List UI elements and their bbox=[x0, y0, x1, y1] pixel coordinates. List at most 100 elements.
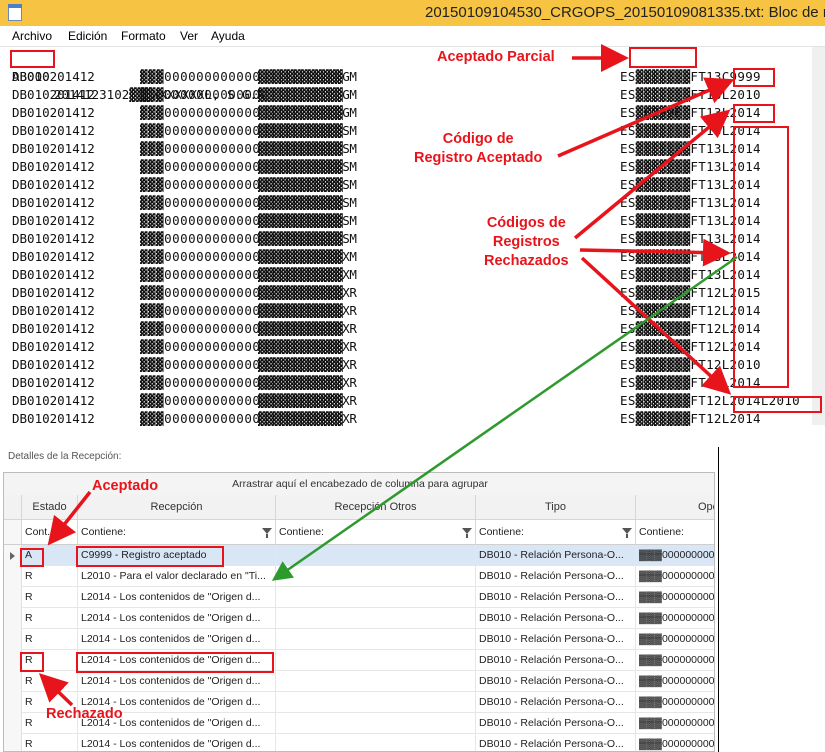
cell-tipo[interactable]: DB010 - Relación Persona-O... bbox=[476, 629, 636, 650]
filter-icon[interactable] bbox=[262, 528, 272, 538]
cell-estado[interactable]: R bbox=[22, 608, 78, 629]
filter-estado-label: Cont... bbox=[25, 526, 56, 538]
label-aceptado: Aceptado bbox=[92, 478, 159, 494]
cell-tipo[interactable]: DB010 - Relación Persona-O... bbox=[476, 692, 636, 713]
row-indicator[interactable] bbox=[4, 587, 22, 608]
menu-archivo[interactable]: Archivo bbox=[12, 29, 52, 43]
text-line-field-c: ▓▓▓▓▓▓▓▓▓▓▓▓XR bbox=[258, 339, 357, 354]
cell-estado[interactable]: R bbox=[22, 671, 78, 692]
text-line-field-b: ▓▓▓000000000000 bbox=[140, 285, 261, 300]
cell-estado[interactable]: R bbox=[22, 629, 78, 650]
text-line-field-a: DB010201412 bbox=[12, 231, 95, 246]
text-line-field-b: ▓▓▓000000000000 bbox=[140, 69, 261, 84]
text-line-field-c: ▓▓▓▓▓▓▓▓▓▓▓▓GM bbox=[258, 69, 357, 84]
row-indicator[interactable] bbox=[4, 671, 22, 692]
cell-ope[interactable]: ▓▓▓000000000 bbox=[636, 671, 714, 692]
highlight-cm998 bbox=[629, 47, 697, 68]
cell-ope[interactable]: ▓▓▓000000000 bbox=[636, 608, 714, 629]
cell-tipo[interactable]: DB010 - Relación Persona-O... bbox=[476, 587, 636, 608]
cell-ope[interactable]: ▓▓▓000000000 bbox=[636, 713, 714, 734]
cell-estado[interactable]: R bbox=[22, 734, 78, 751]
table-row[interactable]: R L2014 - Los contenidos de "Origen d... D… bbox=[4, 608, 714, 629]
cell-tipo[interactable]: DB010 - Relación Persona-O... bbox=[476, 650, 636, 671]
cell-estado[interactable]: R bbox=[22, 566, 78, 587]
column-header-estado[interactable]: Estado bbox=[22, 495, 78, 520]
cell-ope[interactable]: ▓▓▓000000000 bbox=[636, 734, 714, 751]
text-line-field-a: DB010201412 bbox=[12, 141, 95, 156]
filter-estado[interactable]: Cont... bbox=[22, 520, 78, 545]
menu-formato[interactable]: Formato bbox=[121, 29, 166, 43]
column-header-ope[interactable]: Ope bbox=[636, 495, 714, 520]
row-indicator[interactable] bbox=[4, 629, 22, 650]
cell-tipo[interactable]: DB010 - Relación Persona-O... bbox=[476, 608, 636, 629]
cell-tipo[interactable]: DB010 - Relación Persona-O... bbox=[476, 713, 636, 734]
cell-ope[interactable]: ▓▓▓000000000 bbox=[636, 566, 714, 587]
row-indicator[interactable] bbox=[4, 734, 22, 751]
current-row-arrow-icon bbox=[10, 552, 15, 560]
cell-ope[interactable]: ▓▓▓000000000 bbox=[636, 692, 714, 713]
cell-recepcion[interactable]: L2014 - Los contenidos de "Origen d... bbox=[78, 671, 276, 692]
cell-ope[interactable]: ▓▓▓000000000 bbox=[636, 650, 714, 671]
vertical-scrollbar[interactable] bbox=[812, 47, 825, 425]
text-line-field-a: DB010201412 bbox=[12, 285, 95, 300]
cell-estado[interactable]: R bbox=[22, 587, 78, 608]
filter-recepcion-otros[interactable]: Contiene: bbox=[276, 520, 476, 545]
cell-ope[interactable]: ▓▓▓000000000 bbox=[636, 545, 714, 566]
cell-recepcion-otros[interactable] bbox=[276, 566, 476, 587]
notepad-text-area[interactable]: AB000 2014123102▓▓▓XXXXXXXL, S.G.R. CM99… bbox=[0, 47, 825, 426]
filter-recepcion[interactable]: Contiene: bbox=[78, 520, 276, 545]
column-header-recepcion[interactable]: Recepción bbox=[78, 495, 276, 520]
cell-ope[interactable]: ▓▓▓000000000 bbox=[636, 629, 714, 650]
cell-tipo[interactable]: DB010 - Relación Persona-O... bbox=[476, 734, 636, 751]
row-indicator[interactable] bbox=[4, 566, 22, 587]
text-line-field-c: ▓▓▓▓▓▓▓▓▓▓▓▓SM bbox=[258, 195, 357, 210]
table-row[interactable]: R L2014 - Los contenidos de "Origen d... D… bbox=[4, 587, 714, 608]
column-header-tipo[interactable]: Tipo bbox=[476, 495, 636, 520]
menu-ayuda[interactable]: Ayuda bbox=[211, 29, 245, 43]
text-line-field-a: DB010201412 bbox=[12, 321, 95, 336]
text-line-field-b: ▓▓▓000000000000 bbox=[140, 177, 261, 192]
cell-recepcion[interactable]: L2014 - Los contenidos de "Origen d... bbox=[78, 629, 276, 650]
menu-bar: Archivo Edición Formato Ver Ayuda bbox=[0, 26, 825, 47]
row-indicator[interactable] bbox=[4, 713, 22, 734]
cell-recepcion-otros[interactable] bbox=[276, 545, 476, 566]
highlight-c9999-row bbox=[76, 546, 224, 567]
table-row[interactable]: R L2014 - Los contenidos de "Origen d... D… bbox=[4, 734, 714, 751]
menu-edicion[interactable]: Edición bbox=[68, 29, 107, 43]
cell-recepcion[interactable]: L2014 - Los contenidos de "Origen d... bbox=[78, 608, 276, 629]
filter-icon[interactable] bbox=[622, 528, 632, 538]
cell-recepcion-otros[interactable] bbox=[276, 713, 476, 734]
cell-recepcion-otros[interactable] bbox=[276, 692, 476, 713]
filter-tipo[interactable]: Contiene: bbox=[476, 520, 636, 545]
text-line-field-c: ▓▓▓▓▓▓▓▓▓▓▓▓XR bbox=[258, 393, 357, 408]
cell-recepcion-otros[interactable] bbox=[276, 629, 476, 650]
text-line-field-b: ▓▓▓000000000000 bbox=[140, 303, 261, 318]
text-line-field-a: DB010201412 bbox=[12, 177, 95, 192]
cell-recepcion[interactable]: L2014 - Los contenidos de "Origen d... bbox=[78, 734, 276, 751]
cell-recepcion-otros[interactable] bbox=[276, 650, 476, 671]
cell-tipo[interactable]: DB010 - Relación Persona-O... bbox=[476, 671, 636, 692]
row-indicator[interactable] bbox=[4, 608, 22, 629]
column-header-recepcion-otros[interactable]: Recepción Otros bbox=[276, 495, 476, 520]
table-row[interactable]: R L2010 - Para el valor declarado en "Ti.… bbox=[4, 566, 714, 587]
cell-tipo[interactable]: DB010 - Relación Persona-O... bbox=[476, 545, 636, 566]
cell-recepcion-otros[interactable] bbox=[276, 608, 476, 629]
row-indicator-header bbox=[4, 495, 22, 520]
text-line-field-a: DB010201412 bbox=[12, 267, 95, 282]
filter-ope[interactable]: Contiene: bbox=[636, 520, 714, 545]
table-row[interactable]: R L2014 - Los contenidos de "Origen d... D… bbox=[4, 671, 714, 692]
cell-recepcion[interactable]: L2010 - Para el valor declarado en "Ti..… bbox=[78, 566, 276, 587]
cell-recepcion-otros[interactable] bbox=[276, 587, 476, 608]
cell-recepcion[interactable]: L2014 - Los contenidos de "Origen d... bbox=[78, 587, 276, 608]
cell-recepcion-otros[interactable] bbox=[276, 734, 476, 751]
cell-ope[interactable]: ▓▓▓000000000 bbox=[636, 587, 714, 608]
text-line-field-c: ▓▓▓▓▓▓▓▓▓▓▓▓XR bbox=[258, 285, 357, 300]
text-line-field-b: ▓▓▓000000000000 bbox=[140, 159, 261, 174]
filter-icon[interactable] bbox=[462, 528, 472, 538]
table-row[interactable]: R L2014 - Los contenidos de "Origen d... D… bbox=[4, 629, 714, 650]
cell-tipo[interactable]: DB010 - Relación Persona-O... bbox=[476, 566, 636, 587]
menu-ver[interactable]: Ver bbox=[180, 29, 198, 43]
row-indicator[interactable] bbox=[4, 692, 22, 713]
cell-recepcion-otros[interactable] bbox=[276, 671, 476, 692]
text-line-field-b: ▓▓▓000000000000 bbox=[140, 87, 261, 102]
